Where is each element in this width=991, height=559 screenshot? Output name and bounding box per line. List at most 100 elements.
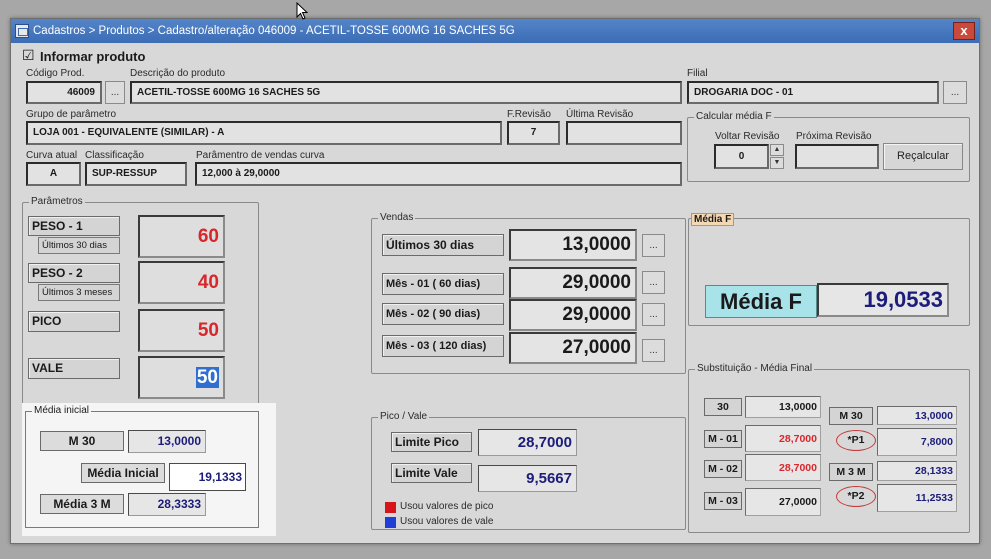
subst-30-label: 30 [704,398,742,416]
media-inicial-m30-value[interactable]: 13,0000 [128,430,206,453]
subst-m30-value[interactable]: 13,0000 [877,406,957,425]
subst-m3m-value[interactable]: 28,1333 [877,461,957,481]
media-inicial-label: Média Inicial [81,463,165,483]
vendas-m3-label: Mês - 03 ( 120 dias) [382,335,504,357]
ultima-revisao-field[interactable] [566,121,682,145]
mouse-cursor-icon [296,2,308,20]
proxima-revisao-field[interactable] [795,144,879,169]
vendas-m3-button[interactable]: ... [642,339,665,362]
parametros-group: Parâmetros PESO - 1 Últimos 30 dias 60 P… [22,196,259,407]
subst-m02-label: M - 02 [704,460,742,478]
peso2-sublabel: Últimos 3 meses [38,284,120,301]
pico-vale-group: Pico / Vale Limite Pico 28,7000 Limite V… [371,411,686,530]
media-inicial-m3-label: Média 3 M [40,494,124,514]
limite-vale-value[interactable]: 9,5667 [478,465,577,492]
peso1-label: PESO - 1 [28,216,120,236]
grupo-label: Grupo de parâmetro [26,109,117,120]
grupo-field[interactable]: LOJA 001 - EQUIVALENTE (SIMILAR) - A [26,121,502,145]
spin-down-button[interactable]: ▼ [770,157,784,169]
title-bar: Cadastros > Produtos > Cadastro/alteraçã… [11,19,979,43]
media-inicial-m30-label: M 30 [40,431,124,451]
media-inicial-value[interactable]: 19,1333 [169,463,246,491]
vale-value[interactable]: 50 [138,356,225,399]
voltar-revisao-field[interactable]: 0 [714,144,769,169]
subst-p2-value[interactable]: 11,2533 [877,484,957,512]
pico-label: PICO [28,311,120,332]
codigo-field[interactable]: 46009 [26,81,102,104]
vendas-m1-value[interactable]: 29,0000 [509,267,637,299]
calcular-media-group: Calcular média F Voltar Revisão 0 ▲ ▼ Pr… [687,111,970,182]
media-inicial-title: Média inicial [32,405,92,416]
media-inicial-group: Média inicial M 30 13,0000 Média Inicial… [25,405,259,528]
vale-label: VALE [28,358,120,379]
peso2-label: PESO - 2 [28,263,120,283]
pico-value[interactable]: 50 [138,309,225,352]
peso1-sublabel: Últimos 30 dias [38,237,120,254]
peso2-value[interactable]: 40 [138,261,225,304]
proxima-revisao-label: Próxima Revisão [796,131,872,142]
subst-m03-value[interactable]: 27,0000 [745,488,821,516]
voltar-revisao-label: Voltar Revisão [715,131,780,142]
limite-pico-label: Limite Pico [391,432,472,452]
limite-pico-value[interactable]: 28,7000 [478,429,577,456]
legend-pico-swatch [385,502,396,513]
curva-field[interactable]: A [26,162,81,186]
vendas-m3-value[interactable]: 27,0000 [509,332,637,364]
subst-p1-value[interactable]: 7,8000 [877,428,957,456]
vendas-30-label: Últimos 30 dias [382,234,504,256]
spin-up-button[interactable]: ▲ [770,144,784,156]
media-inicial-panel: Média inicial M 30 13,0000 Média Inicial… [22,403,276,536]
vendas-m2-button[interactable]: ... [642,303,665,326]
vendas-30-value[interactable]: 13,0000 [509,229,637,261]
codigo-label: Código Prod. [26,68,85,79]
media-f-label: Média F [705,285,817,318]
legend-pico-label: Usou valores de pico [400,501,494,512]
frevisao-label: F.Revisão [507,109,551,120]
param-curva-label: Parâmentro de vendas curva [196,150,325,161]
legend-vale-label: Usou valores de vale [400,516,494,527]
param-curva-field[interactable]: 12,000 à 29,0000 [195,162,682,186]
codigo-lookup-button[interactable]: ... [105,81,125,104]
classificacao-label: Classificação [85,150,144,161]
calcular-media-title: Calcular média F [694,111,774,122]
media-f-title: Média F [691,213,735,226]
vendas-m2-label: Mês - 02 ( 90 dias) [382,303,504,325]
media-f-group: Média F Média F 19,0533 [688,213,970,326]
substituicao-title: Substituição - Média Final [695,363,815,374]
vendas-title: Vendas [378,212,416,223]
subst-m02-value[interactable]: 28,7000 [745,454,821,481]
descricao-label: Descrição do produto [130,68,226,79]
pico-vale-title: Pico / Vale [378,411,430,422]
curva-label: Curva atual [26,150,78,161]
subst-30-value[interactable]: 13,0000 [745,396,821,418]
subst-p2-label: *P2 [836,486,876,507]
frevisao-field[interactable]: 7 [507,121,560,145]
substituicao-group: Substituição - Média Final 30 13,0000 M … [688,363,970,533]
recalcular-button[interactable]: Reçalcular [883,143,963,170]
subst-m01-label: M - 01 [704,430,742,448]
peso1-value[interactable]: 60 [138,215,225,258]
filial-field[interactable]: DROGARIA DOC - 01 [687,81,939,104]
descricao-field[interactable]: ACETIL-TOSSE 600MG 16 SACHES 5G [130,81,682,104]
vendas-m1-label: Mês - 01 ( 60 dias) [382,273,504,295]
media-f-value[interactable]: 19,0533 [817,283,949,317]
limite-vale-label: Limite Vale [391,463,472,483]
informar-produto-checkbox[interactable]: ☑ [22,47,35,64]
window-title: Cadastros > Produtos > Cadastro/alteraçã… [33,25,515,37]
filial-lookup-button[interactable]: ... [943,81,967,104]
vendas-30-button[interactable]: ... [642,234,665,257]
informar-produto-label: Informar produto [40,49,146,64]
classificacao-field[interactable]: SUP-RESSUP [85,162,187,186]
media-inicial-m3-value[interactable]: 28,3333 [128,493,206,516]
subst-m3m-label: M 3 M [829,463,873,481]
vendas-group: Vendas Últimos 30 dias 13,0000 ... Mês -… [371,212,686,374]
filial-label: Filial [687,68,708,79]
legend-vale-swatch [385,517,396,528]
vendas-m1-button[interactable]: ... [642,271,665,294]
subst-m03-label: M - 03 [704,492,742,510]
vendas-m2-value[interactable]: 29,0000 [509,299,637,331]
close-button[interactable]: x [953,22,975,40]
parametros-title: Parâmetros [29,196,85,207]
subst-p1-label: *P1 [836,430,876,451]
subst-m01-value[interactable]: 28,7000 [745,425,821,452]
